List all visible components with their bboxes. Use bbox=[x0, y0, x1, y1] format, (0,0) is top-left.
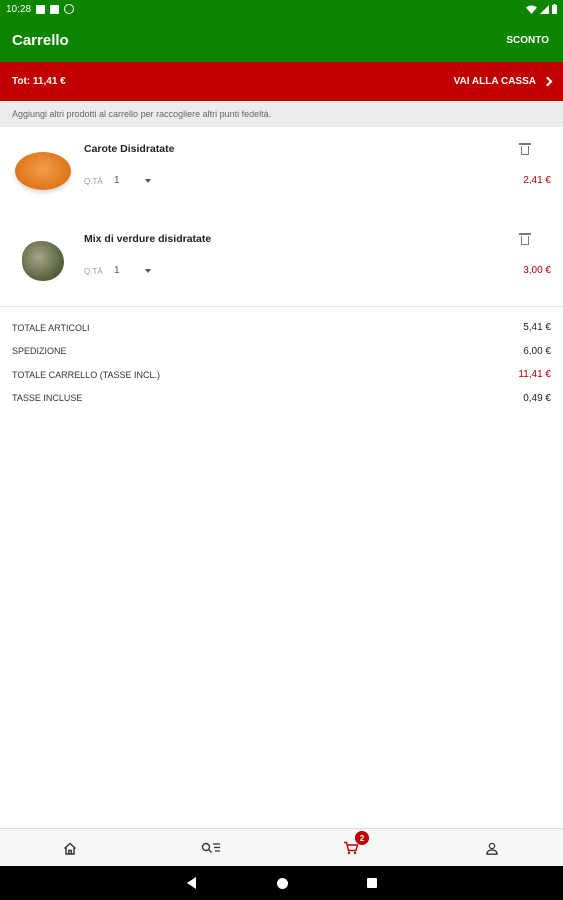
carrot-powder-image bbox=[15, 152, 71, 190]
summary-label: TOTALE CARRELLO (TASSE INCL.) bbox=[12, 369, 161, 380]
status-time: 10:28 bbox=[6, 3, 32, 15]
system-back-button[interactable] bbox=[174, 866, 208, 900]
discount-button[interactable]: SCONTO bbox=[506, 35, 551, 46]
delete-icon[interactable] bbox=[519, 233, 531, 245]
sd-card-icon bbox=[50, 4, 60, 14]
quantity-label: Q.TÀ bbox=[84, 267, 103, 276]
chevron-right-icon bbox=[542, 76, 553, 87]
product-price: 3,00 € bbox=[523, 265, 551, 276]
cart-total-label: Tot: 11,41 € bbox=[12, 76, 66, 87]
system-recents-button[interactable] bbox=[355, 866, 389, 900]
vegetable-mix-image bbox=[22, 241, 64, 281]
home-icon bbox=[64, 842, 76, 855]
summary-label: TASSE INCLUSE bbox=[12, 393, 83, 404]
nav-cart[interactable]: 2 bbox=[331, 829, 371, 867]
chevron-down-icon[interactable] bbox=[145, 179, 151, 183]
wifi-icon bbox=[526, 5, 537, 14]
quantity-select[interactable]: 1 bbox=[114, 175, 120, 186]
profile-icon bbox=[486, 842, 498, 855]
app-bar: Carrello SCONTO bbox=[0, 18, 563, 62]
nav-home[interactable] bbox=[50, 829, 90, 867]
product-price: 2,41 € bbox=[523, 175, 551, 186]
search-list-icon bbox=[201, 842, 220, 853]
summary-row-shipping: SPEDIZIONE 6,00 € bbox=[0, 340, 563, 364]
product-image[interactable] bbox=[12, 140, 74, 202]
system-navigation-bar bbox=[0, 866, 563, 900]
signal-icon bbox=[540, 4, 549, 14]
checkout-label: VAI ALLA CASSA bbox=[453, 76, 536, 87]
status-bar: 10:28 bbox=[0, 0, 563, 18]
cart-item: Carote Disidratate Q.TÀ 1 2,41 € bbox=[0, 127, 563, 217]
nav-profile[interactable] bbox=[472, 829, 512, 867]
summary-value: 6,00 € bbox=[523, 345, 551, 357]
delete-icon[interactable] bbox=[519, 143, 531, 155]
checkout-button[interactable]: VAI ALLA CASSA bbox=[453, 76, 553, 87]
notification-square-icon bbox=[36, 4, 46, 14]
summary-value: 11,41 € bbox=[518, 369, 551, 381]
product-image[interactable] bbox=[12, 230, 74, 292]
summary-value: 5,41 € bbox=[523, 322, 551, 334]
quantity-select[interactable]: 1 bbox=[114, 265, 120, 276]
cart-summary: TOTALE ARTICOLI 5,41 € SPEDIZIONE 6,00 €… bbox=[0, 316, 563, 410]
cart-count-badge: 2 bbox=[355, 831, 369, 845]
quantity-label: Q.TÀ bbox=[84, 177, 103, 186]
summary-row-items-total: TOTALE ARTICOLI 5,41 € bbox=[0, 316, 563, 340]
total-bar: Tot: 11,41 € VAI ALLA CASSA bbox=[0, 62, 563, 101]
nav-search[interactable] bbox=[191, 829, 231, 867]
summary-label: SPEDIZIONE bbox=[12, 346, 67, 357]
back-triangle-icon bbox=[186, 877, 196, 889]
bottom-navigation: 2 bbox=[0, 828, 563, 866]
sync-icon bbox=[64, 4, 75, 14]
summary-value: 0,49 € bbox=[523, 392, 551, 404]
summary-label: TOTALE ARTICOLI bbox=[12, 322, 90, 333]
summary-row-cart-total: TOTALE CARRELLO (TASSE INCL.) 11,41 € bbox=[0, 363, 563, 387]
recents-square-icon bbox=[367, 878, 377, 888]
summary-row-taxes: TASSE INCLUSE 0,49 € bbox=[0, 387, 563, 411]
system-home-button[interactable] bbox=[265, 866, 299, 900]
loyalty-info-message: Aggiungi altri prodotti al carrello per … bbox=[0, 101, 563, 127]
chevron-down-icon[interactable] bbox=[145, 269, 151, 273]
product-name[interactable]: Mix di verdure disidratate bbox=[84, 233, 211, 245]
product-name[interactable]: Carote Disidratate bbox=[84, 143, 174, 155]
home-circle-icon bbox=[276, 877, 288, 889]
battery-icon bbox=[552, 4, 557, 14]
page-title: Carrello bbox=[12, 31, 69, 49]
cart-item: Mix di verdure disidratate Q.TÀ 1 3,00 € bbox=[0, 217, 563, 307]
